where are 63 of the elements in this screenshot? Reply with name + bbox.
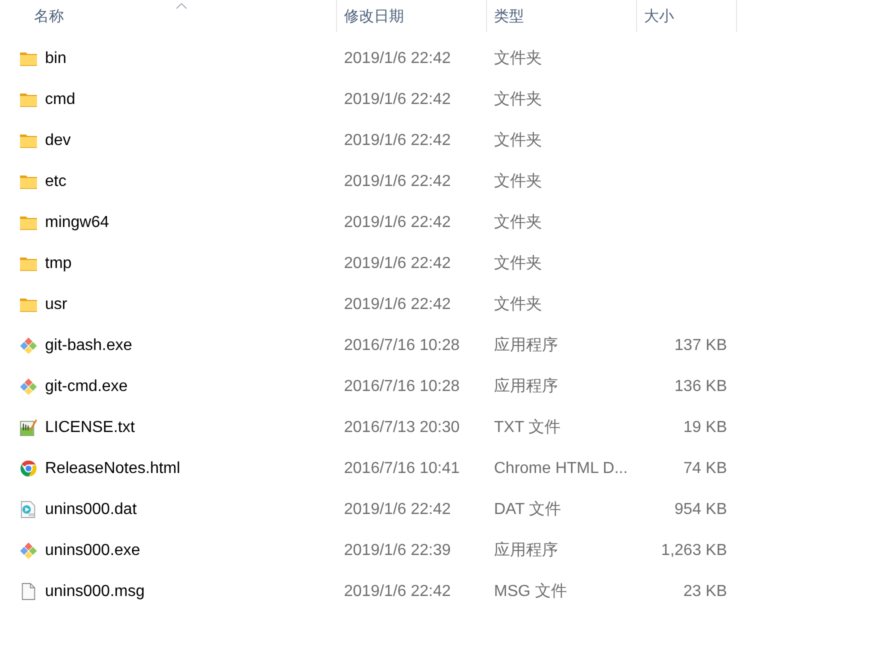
file-name[interactable]: git-cmd.exe [45,378,128,396]
folder-icon [20,216,37,230]
diamond-icon [20,337,37,354]
file-name[interactable]: mingw64 [45,214,110,232]
text-file-icon [20,419,37,436]
file-type: 文件夹 [494,294,542,315]
file-type: 文件夹 [494,48,542,69]
folder-icon [20,92,37,106]
modified-date: 2019/1/6 22:39 [344,542,451,560]
modified-date: 2019/1/6 22:42 [344,582,451,600]
folder-icon [20,174,37,188]
modified-date: 2019/1/6 22:42 [344,296,451,314]
modified-date: 2019/1/6 22:42 [344,50,451,68]
file-type: 文件夹 [494,130,542,151]
file-size: 954 KB [674,500,727,518]
file-size: 23 KB [683,582,727,600]
file-size: 136 KB [674,378,727,396]
file-size: 19 KB [683,418,727,436]
file-type: 应用程序 [494,376,558,397]
file-type: 文件夹 [494,90,542,110]
modified-date: 2019/1/6 22:42 [344,254,451,272]
file-name[interactable]: dev [45,132,71,150]
modified-date: 2019/1/6 22:42 [344,90,451,108]
file-size: 137 KB [674,336,727,354]
file-name[interactable]: cmd [45,90,76,108]
file-type: DAT 文件 [494,500,561,520]
diamond-icon [20,542,37,559]
folder-icon [20,52,37,66]
video-file-icon [20,501,37,518]
file-type: 文件夹 [494,172,542,192]
file-name[interactable]: unins000.msg [45,582,145,600]
blank-file-icon [20,583,37,600]
file-size: 74 KB [683,460,727,478]
modified-date: 2019/1/6 22:42 [344,172,451,190]
modified-date: 2016/7/16 10:41 [344,460,460,478]
file-name[interactable]: git-bash.exe [45,336,132,354]
browser-icon [20,460,37,477]
diamond-icon [20,378,37,395]
modified-date: 2019/1/6 22:42 [344,214,451,232]
file-name[interactable]: unins000.dat [45,500,137,518]
file-type: MSG 文件 [494,582,567,602]
file-type: 应用程序 [494,336,558,356]
file-name[interactable]: bin [45,50,66,68]
file-name[interactable]: usr [45,296,68,314]
file-name[interactable]: unins000.exe [45,542,140,560]
modified-date: 2016/7/16 10:28 [344,378,460,396]
file-name[interactable]: tmp [45,254,72,272]
file-name[interactable]: etc [45,172,66,190]
folder-icon [20,256,37,270]
file-type: Chrome HTML D... [494,460,628,478]
folder-icon [20,134,37,148]
file-name[interactable]: LICENSE.txt [45,418,135,436]
folder-icon [20,298,37,312]
file-type: 文件夹 [494,212,542,233]
file-type: 应用程序 [494,540,558,561]
modified-date: 2016/7/13 20:30 [344,418,460,436]
file-size: 1,263 KB [661,542,727,560]
file-type: TXT 文件 [494,418,560,438]
file-name[interactable]: ReleaseNotes.html [45,460,180,478]
modified-date: 2019/1/6 22:42 [344,132,451,150]
file-type: 文件夹 [494,254,542,274]
modified-date: 2019/1/6 22:42 [344,500,451,518]
modified-date: 2016/7/16 10:28 [344,336,460,354]
